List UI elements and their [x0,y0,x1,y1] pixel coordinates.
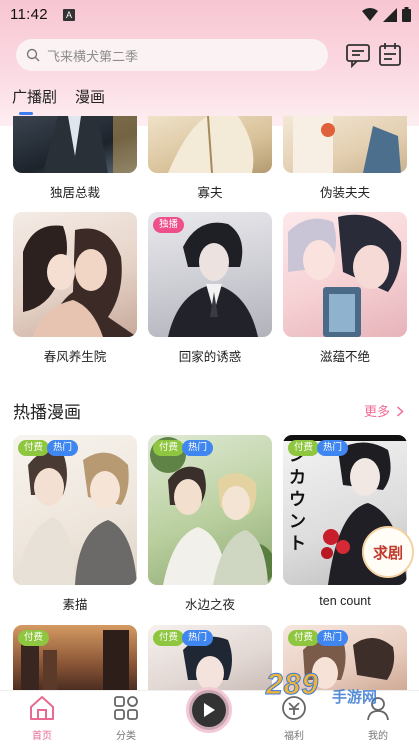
nav-mine-label: 我的 [368,731,388,742]
list-item[interactable]: 伪装夫夫 [283,116,407,201]
status-time: 11:42 [10,6,48,23]
nav-category-label: 分类 [116,731,136,742]
cover-image: 独播 [148,212,272,337]
list-item[interactable]: 春风养生院 [13,212,137,365]
cover-image [283,116,407,173]
item-title: ten count [319,594,371,608]
nav-home-label: 首页 [32,731,52,742]
message-icon[interactable] [345,42,371,68]
calendar-icon[interactable] [377,42,403,68]
section-title: 热播漫画 [13,403,81,422]
cover-image [13,212,137,337]
list-item[interactable]: 独居总裁 [13,116,137,201]
nav-home[interactable]: 首页 [12,695,72,742]
battery-icon [402,7,411,22]
cover-image [148,116,272,173]
paid-badge: 付费 [18,630,50,646]
watermark-sub: 手游网 [332,689,378,706]
hot-badge: 热门 [182,630,214,646]
cover-image [13,116,137,173]
list-item[interactable]: ンカウント 付费 热门 ten count [283,435,407,608]
list-item[interactable]: 滋蕴不绝 [283,212,407,365]
paid-badge: 付费 [153,440,185,456]
exclusive-badge: 独播 [153,217,185,233]
home-icon [30,696,54,720]
search-input[interactable]: 飞来横犬第二季 [16,39,328,71]
signal-icon [383,7,397,22]
hot-badge: 热门 [317,440,349,456]
list-item[interactable]: 付费 [13,625,137,690]
hot-badge: 热门 [47,440,79,456]
cover-image: 付费 热门 [148,435,272,585]
paid-badge: 付费 [288,630,320,646]
list-item[interactable]: 付费 热门 素描 [13,435,137,613]
watermark-number: 289 [265,668,320,702]
list-item[interactable]: 付费 热门 水边之夜 [148,435,272,613]
chevron-right-icon [396,406,404,417]
item-title: 素描 [62,598,88,612]
grid-icon [114,696,138,720]
tab-radio-drama[interactable]: 广播剧 [12,86,57,115]
tab-comics[interactable]: 漫画 [75,86,105,107]
wifi-icon [362,7,378,21]
item-title: 水边之夜 [184,598,235,612]
nav-welfare-label: 福利 [284,731,304,742]
search-placeholder: 飞来横犬第二季 [47,48,139,64]
paid-badge: 付费 [288,440,320,456]
cover-image: 付费 热门 [13,435,137,585]
cover-image: 付费 热门 [148,625,272,690]
header-background: 11:42 A 飞来横犬第二季 广播剧 漫画 [0,0,419,126]
item-title: 独居总裁 [49,186,100,200]
cover-vertical-text: ンカウント [289,446,306,553]
list-item[interactable]: 独播 回家的诱惑 [148,212,272,365]
item-title: 春风养生院 [43,350,107,364]
notification-a-icon: A [63,9,75,21]
nav-category[interactable]: 分类 [96,695,156,742]
more-label: 更多 [364,404,391,419]
hot-badge: 热门 [182,440,214,456]
item-title: 寡夫 [197,186,223,200]
play-icon [204,703,215,717]
cover-image: 付费 [13,625,137,690]
paid-badge: 付费 [153,630,185,646]
request-drama-button[interactable]: 求剧 [362,526,414,578]
cover-image [283,212,407,337]
more-link[interactable]: 更多 [364,401,404,420]
hot-badge: 热门 [317,630,349,646]
tab-bar: 广播剧 漫画 [12,86,105,115]
paid-badge: 付费 [18,440,50,456]
search-icon [26,48,40,62]
play-disc [192,693,226,727]
request-drama-label: 求剧 [372,544,403,562]
watermark-logo: 289 手游网 [258,668,408,708]
system-icons [362,7,411,22]
item-title: 滋蕴不绝 [319,350,370,364]
list-item[interactable]: 付费 热门 [148,625,272,690]
status-bar: 11:42 A [0,0,419,30]
item-title: 回家的诱惑 [178,350,242,364]
player-button[interactable] [186,687,232,733]
list-item[interactable]: 寡夫 [148,116,272,201]
item-title: 伪装夫夫 [319,186,370,200]
